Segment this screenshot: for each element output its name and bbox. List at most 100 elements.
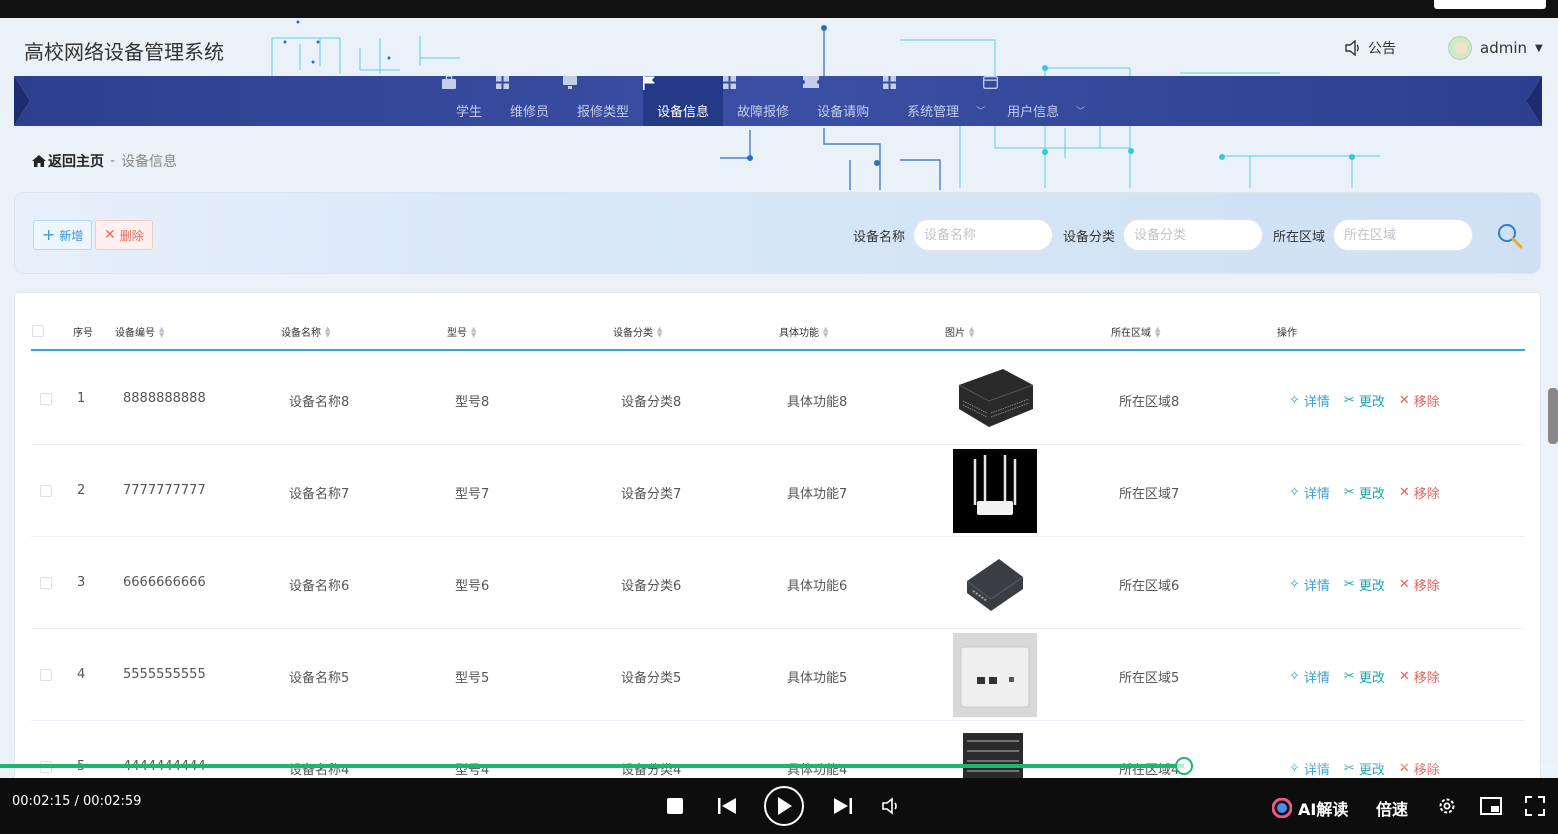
area-input[interactable] — [1333, 219, 1474, 251]
device-name-input[interactable] — [913, 219, 1054, 251]
volume-icon — [882, 797, 897, 815]
detail-button[interactable]: ✧ 详情 — [1289, 483, 1330, 502]
caret-down-icon: ▼ — [1535, 42, 1543, 54]
pip-button[interactable] — [1477, 792, 1505, 820]
nav-label: 系统管理 — [907, 104, 960, 120]
nav-item-student[interactable]: 学生 — [442, 76, 496, 126]
sort-icon: ▲ ▼ — [471, 324, 477, 339]
remove-button[interactable]: ✕ 移除 — [1399, 391, 1440, 410]
nav-item-device-info[interactable]: 设备信息 — [643, 76, 724, 126]
col-category[interactable]: 设备分类 ▲ ▼ — [613, 324, 662, 339]
row-checkbox[interactable] — [40, 669, 52, 681]
edit-button[interactable]: ✂ 更改 — [1344, 667, 1385, 686]
tools-icon: ✂ — [1343, 669, 1355, 684]
main-nav: 学生 维修员 报修类型 设备信息 故障报修 设备请购 系统管理 ﹀ 用户信息 ﹀ — [14, 76, 1542, 126]
remove-label: 移除 — [1413, 579, 1440, 594]
table-row[interactable]: 4 5555555555 设备名称5 型号5 设备分类5 具体功能5 所在区域5 ✧ 详情 ✂ 更改… — [31, 629, 1525, 721]
close-icon: ✕ — [1398, 577, 1410, 592]
next-button[interactable] — [829, 792, 857, 820]
filter-bar: 设备名称 设备分类 所在区域 — [853, 219, 1483, 251]
ai-interpret-label: AI解读 — [1298, 800, 1349, 819]
nav-item-repairman[interactable]: 维修员 — [496, 76, 563, 126]
previous-button[interactable] — [713, 792, 741, 820]
speed-button[interactable]: 倍速 — [1376, 796, 1408, 820]
small-switch-image[interactable] — [953, 541, 1037, 625]
fullscreen-button[interactable] — [1521, 792, 1549, 820]
row-checkbox[interactable] — [40, 577, 52, 589]
cell-area: 所在区域4 — [1119, 763, 1180, 778]
remove-button[interactable]: ✕ 移除 — [1399, 759, 1440, 778]
row-checkbox[interactable] — [40, 393, 52, 405]
close-icon: ✕ — [104, 227, 116, 243]
cell-function: 具体功能8 — [787, 395, 848, 410]
row-actions: ✧ 详情 ✂ 更改 ✕ 移除 — [1289, 391, 1440, 410]
notice-button[interactable]: 公告 — [1344, 38, 1396, 58]
avatar — [1448, 36, 1472, 60]
device-category-input[interactable] — [1123, 219, 1264, 251]
table-row[interactable]: 54444444444设备名称4型号4设备分类4具体功能4所在区域4✧详情✂更改… — [31, 721, 1525, 778]
cell-name: 设备名称4 — [289, 763, 350, 778]
settings-button[interactable] — [1433, 792, 1461, 820]
row-actions: ✧ 详情 ✂ 更改 ✕ 移除 — [1289, 483, 1440, 502]
cell-function: 具体功能7 — [787, 487, 848, 502]
detail-button[interactable]: ✧ 详情 — [1289, 575, 1330, 594]
card-icon — [983, 76, 1040, 97]
select-all-checkbox[interactable] — [32, 325, 44, 337]
home-icon — [32, 155, 46, 167]
cell-function: 具体功能4 — [787, 763, 848, 778]
chassis-switch-image[interactable] — [953, 725, 1037, 778]
sort-icon: ▲ ▼ — [823, 324, 829, 339]
progress-handle[interactable] — [1175, 757, 1194, 775]
remove-button[interactable]: ✕ 移除 — [1399, 483, 1440, 502]
col-function[interactable]: 具体功能 ▲ ▼ — [779, 324, 828, 339]
remove-button[interactable]: ✕ 移除 — [1399, 575, 1440, 594]
search-icon[interactable] — [1495, 221, 1525, 251]
user-menu[interactable]: admin ▼ — [1448, 36, 1543, 60]
col-code[interactable]: 设备编号 ▲ ▼ — [115, 324, 164, 339]
nav-item-system-admin[interactable]: 系统管理 ﹀ — [883, 76, 985, 126]
table-row[interactable]: 2 7777777777 设备名称7 型号7 设备分类7 具体功能7 所在区域7 ✧ 详情 ✂ 更改… — [31, 445, 1525, 537]
detail-button[interactable]: ✧ 详情 — [1289, 667, 1330, 686]
add-button[interactable]: + 新增 — [33, 220, 93, 250]
col-image[interactable]: 图片 ▲ ▼ — [945, 324, 974, 339]
detail-button[interactable]: ✧ 详情 — [1289, 759, 1330, 778]
nav-item-device-purchase[interactable]: 设备请购 — [803, 76, 883, 126]
cell-model: 型号7 — [455, 487, 490, 502]
area-label: 所在区域 — [1273, 229, 1326, 245]
nav-item-user-info[interactable]: 用户信息 ﹀ — [983, 76, 1085, 126]
network-switch-image[interactable] — [953, 357, 1037, 441]
wall-panel-image[interactable] — [953, 633, 1037, 717]
sort-icon: ▲ ▼ — [325, 324, 331, 339]
col-area[interactable]: 所在区域 ▲ ▼ — [1111, 324, 1160, 339]
close-icon: ✕ — [1398, 393, 1410, 408]
wifi-router-image[interactable] — [953, 449, 1037, 533]
page-scrollbar[interactable] — [1548, 388, 1558, 444]
nav-item-fault-report[interactable]: 故障报修 — [723, 76, 803, 126]
browser-top-strip — [0, 0, 1558, 18]
edit-button[interactable]: ✂ 更改 — [1344, 759, 1385, 778]
detail-label: 详情 — [1303, 579, 1330, 594]
play-button[interactable] — [764, 786, 804, 826]
table-row[interactable]: 1 8888888888 设备名称8 型号8 设备分类8 具体功能8 所在区域8 ✧ 详情 ✂ 更改… — [31, 353, 1525, 445]
stop-button[interactable] — [661, 792, 689, 820]
detail-button[interactable]: ✧ 详情 — [1289, 391, 1330, 410]
row-checkbox[interactable] — [40, 485, 52, 497]
volume-button[interactable] — [878, 792, 906, 820]
grid-icon — [496, 76, 537, 97]
video-progress-bar[interactable] — [0, 757, 1558, 775]
edit-button[interactable]: ✂ 更改 — [1344, 391, 1385, 410]
gear-icon — [1439, 798, 1455, 814]
breadcrumb-home[interactable]: 返回主页 — [32, 151, 104, 171]
row-actions: ✧ 详情 ✂ 更改 ✕ 移除 — [1289, 667, 1440, 686]
detail-icon: ✧ — [1289, 577, 1300, 592]
edit-button[interactable]: ✂ 更改 — [1344, 483, 1385, 502]
breadcrumb: 返回主页 - 设备信息 — [32, 151, 177, 171]
col-name[interactable]: 设备名称 ▲ ▼ — [281, 324, 330, 339]
remove-button[interactable]: ✕ 移除 — [1399, 667, 1440, 686]
col-model[interactable]: 型号 ▲ ▼ — [447, 324, 476, 339]
delete-button[interactable]: ✕ 删除 — [95, 220, 153, 250]
nav-item-repair-type[interactable]: 报修类型 — [563, 76, 643, 126]
edit-button[interactable]: ✂ 更改 — [1344, 575, 1385, 594]
ai-interpret-button[interactable]: AI解读 — [1272, 796, 1348, 820]
table-row[interactable]: 3 6666666666 设备名称6 型号6 设备分类6 具体功能6 所在区域6 ✧ 详情 ✂ 更改… — [31, 537, 1525, 629]
